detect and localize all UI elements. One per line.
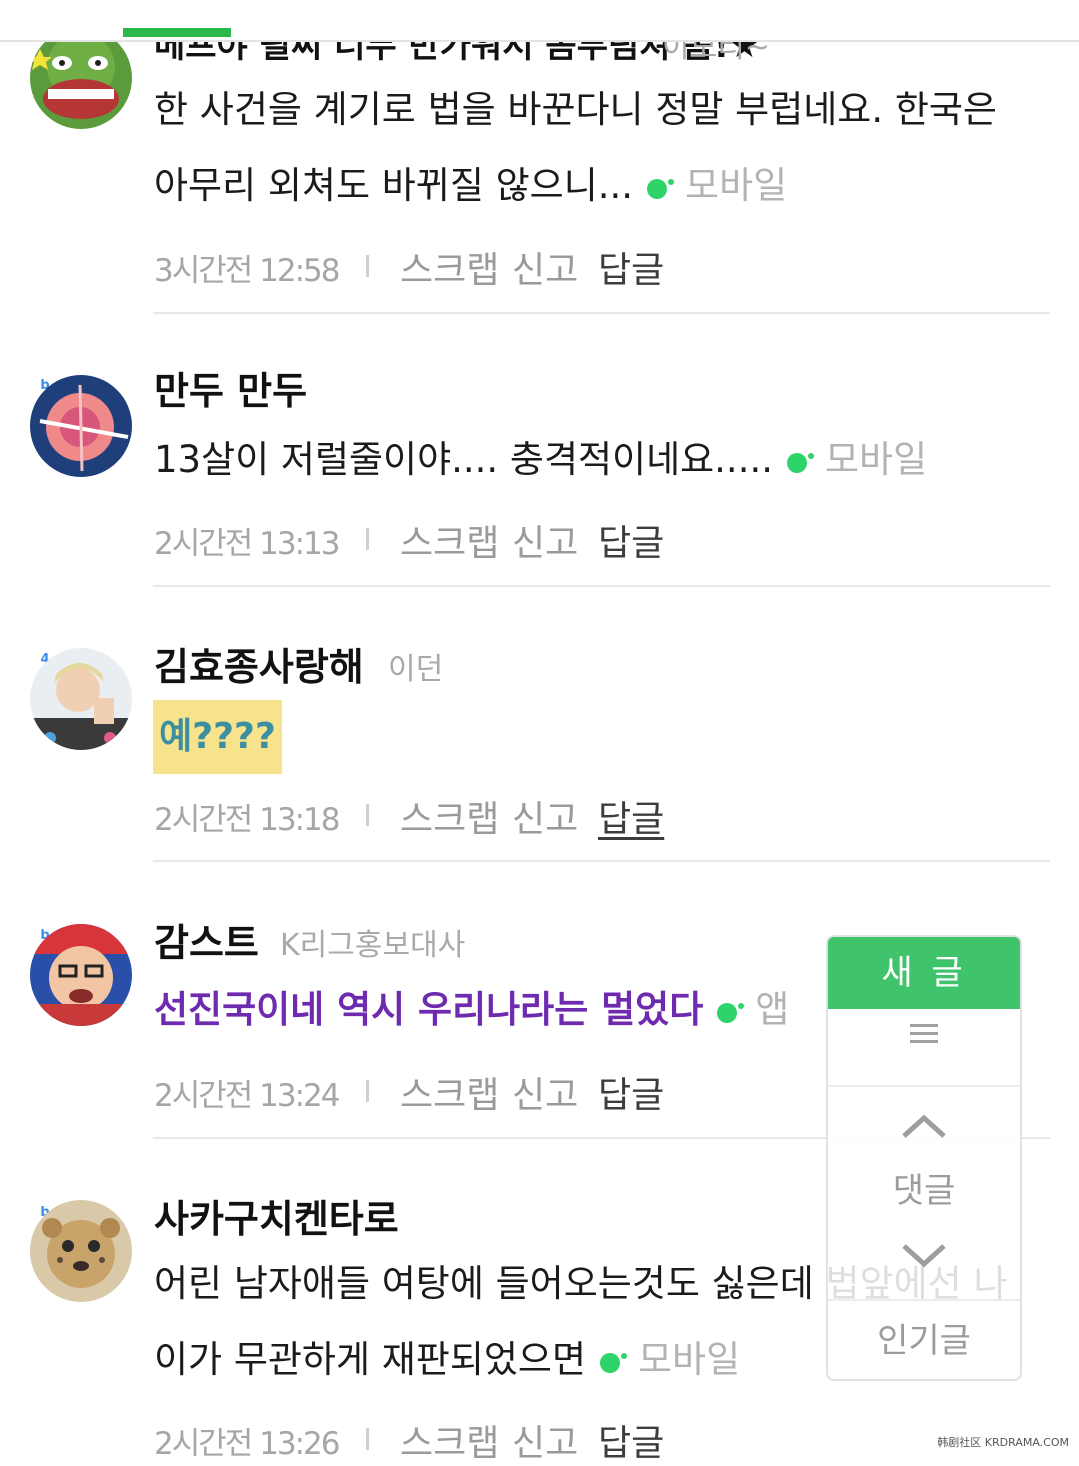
- top-tab-bar: [0, 0, 1079, 42]
- source-label: 모바일: [824, 438, 928, 481]
- scrap-button[interactable]: 스크랩: [400, 790, 499, 842]
- comments-jump-label[interactable]: 댓글: [828, 1163, 1020, 1212]
- report-button[interactable]: 신고: [512, 1414, 578, 1466]
- chevron-down-icon[interactable]: [902, 1243, 946, 1269]
- mobile-dot-icon: [647, 179, 675, 199]
- divider: [366, 1428, 369, 1450]
- divider: [366, 528, 369, 550]
- scrap-button[interactable]: 스크랩: [400, 1414, 499, 1466]
- comment-divider: [153, 860, 1050, 862]
- divider: [366, 1080, 369, 1102]
- mobile-dot-icon: [717, 1003, 745, 1023]
- timestamp: 3시간전 12:58: [154, 253, 340, 289]
- report-button[interactable]: 신고: [512, 1066, 578, 1118]
- avatar[interactable]: [30, 27, 132, 129]
- comment-divider: [153, 312, 1050, 314]
- active-tab-indicator: [123, 28, 231, 37]
- timestamp: 2시간전 13:18: [154, 802, 340, 838]
- source-label: 앱: [755, 988, 790, 1031]
- nickname[interactable]: 만두 만두: [154, 360, 307, 415]
- timestamp: 2시간전 13:13: [154, 526, 340, 562]
- comment-meta: 2시간전 13:26 스크랩 신고 답글: [154, 1418, 664, 1464]
- divider: [366, 255, 369, 277]
- avatar[interactable]: [30, 924, 132, 1026]
- comment-text: 선진국이네 역시 우리나라는 멀었다 앱: [154, 988, 790, 1031]
- popular-posts-button[interactable]: 인기글: [828, 1313, 1020, 1362]
- avatar[interactable]: [30, 648, 132, 750]
- new-post-button[interactable]: 새 글: [828, 937, 1020, 1009]
- scrap-button[interactable]: 스크랩: [400, 514, 499, 566]
- reply-button[interactable]: 답글: [598, 241, 664, 293]
- chevron-up-icon[interactable]: [902, 1113, 946, 1139]
- divider: [828, 1085, 1020, 1087]
- comment-meta: 3시간전 12:58 스크랩 신고 답글: [154, 245, 664, 291]
- comment-meta: 2시간전 13:18 스크랩 신고 답글: [154, 794, 664, 840]
- reply-button[interactable]: 답글: [598, 1414, 664, 1466]
- mobile-dot-icon: [600, 1353, 628, 1373]
- user-tag: K리그홍보대사: [280, 928, 466, 963]
- scrap-button[interactable]: 스크랩: [400, 241, 499, 293]
- report-button[interactable]: 신고: [512, 514, 578, 566]
- comment-meta: 2시간전 13:24 스크랩 신고 답글: [154, 1070, 664, 1116]
- divider: [366, 804, 369, 826]
- comment-text: 13살이 저럴줄이야.... 충격적이네요..... 모바일: [154, 438, 928, 481]
- comment-divider: [153, 585, 1050, 587]
- user-tag: 이던: [388, 652, 444, 687]
- nickname[interactable]: 김효종사랑해: [154, 636, 364, 691]
- comment-text: 한 사건을 계기로 법을 바꾼다니 정말 부럽네요. 한국은 아무리 외쳐도 바…: [154, 88, 997, 207]
- reply-button[interactable]: 답글: [598, 790, 664, 842]
- source-label: 모바일: [685, 164, 788, 207]
- emoticon-sticker: 예????: [153, 700, 282, 774]
- source-label: 모바일: [638, 1338, 741, 1381]
- menu-icon[interactable]: [828, 1019, 1020, 1048]
- floating-quick-menu: 새 글 댓글 인기글: [826, 935, 1022, 1381]
- timestamp: 2시간전 13:24: [154, 1078, 340, 1114]
- timestamp: 2시간전 13:26: [154, 1426, 340, 1462]
- report-button[interactable]: 신고: [512, 241, 578, 293]
- report-button[interactable]: 신고: [512, 790, 578, 842]
- nickname[interactable]: 감스트: [154, 912, 259, 967]
- divider: [828, 1299, 1020, 1301]
- nickname[interactable]: 사카구치켄타로: [154, 1188, 399, 1243]
- reply-button[interactable]: 답글: [598, 514, 664, 566]
- avatar[interactable]: [30, 375, 132, 477]
- scrap-button[interactable]: 스크랩: [400, 1066, 499, 1118]
- watermark: 韩剧社区 KRDRAMA.COM: [937, 1436, 1069, 1449]
- comment-meta: 2시간전 13:13 스크랩 신고 답글: [154, 518, 664, 564]
- avatar[interactable]: [30, 1200, 132, 1302]
- reply-button[interactable]: 답글: [598, 1066, 664, 1118]
- mobile-dot-icon: [786, 453, 814, 473]
